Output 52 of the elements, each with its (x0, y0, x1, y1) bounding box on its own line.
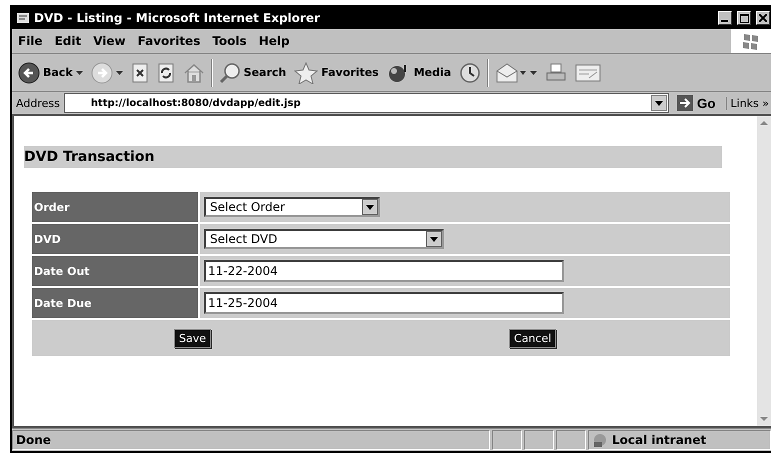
scrollbar[interactable] (757, 116, 771, 426)
select-field[interactable]: Select DVD (204, 229, 444, 249)
row-label: Date Out (32, 256, 198, 286)
row-label: Date Due (32, 288, 198, 318)
caret-icon (116, 70, 123, 74)
menu-item[interactable]: Edit (48, 34, 88, 48)
page-heading: DVD Transaction (24, 146, 722, 168)
media-button[interactable]: Media (384, 60, 454, 86)
ie-logo-icon (16, 11, 30, 25)
search-icon (218, 62, 241, 84)
home-icon (182, 62, 205, 82)
menu-item[interactable]: File (12, 34, 49, 48)
edit-icon (575, 62, 602, 82)
forward-icon (90, 62, 113, 84)
maximize-icon (740, 14, 748, 22)
caret-icon (76, 70, 83, 74)
close-icon (759, 14, 767, 22)
go-button[interactable]: Go (673, 95, 722, 111)
maximize-button[interactable] (737, 11, 751, 25)
favorites-button[interactable]: Favorites (292, 60, 381, 86)
windows-logo-icon (741, 31, 761, 51)
star-icon (294, 62, 318, 84)
window-title: DVD - Listing - Microsoft Internet Explorer (34, 11, 321, 25)
back-button[interactable]: Back (16, 60, 85, 86)
address-label: Address (16, 96, 60, 110)
minimize-button[interactable] (718, 11, 732, 25)
date-field[interactable]: 11-25-2004 (204, 292, 564, 314)
printer-icon (545, 62, 568, 84)
back-icon (18, 62, 40, 84)
zone-label: Local intranet (612, 433, 706, 447)
row-label: DVD (32, 224, 198, 254)
menu-item[interactable]: Help (252, 34, 296, 48)
stop-icon (130, 62, 149, 82)
refresh-icon (156, 62, 175, 82)
menu-item[interactable]: Tools (206, 34, 253, 48)
history-icon (459, 62, 482, 84)
row-label: Order (32, 192, 198, 222)
search-button[interactable]: Search (216, 60, 288, 86)
save-button[interactable]: Save (174, 328, 212, 348)
select-field[interactable]: Select Order (204, 197, 380, 217)
menu-item[interactable]: Favorites (132, 34, 206, 48)
date-field[interactable]: 11-22-2004 (204, 260, 564, 282)
status-text: Done (12, 430, 490, 450)
caret-icon (530, 70, 538, 74)
arrow-icon (677, 95, 693, 111)
intranet-icon (592, 432, 608, 448)
close-button[interactable] (756, 11, 770, 25)
address-field[interactable]: http://localhost:8080/dvdapp/edit.jsp (64, 93, 669, 113)
links-button[interactable]: Links » (726, 96, 771, 110)
menu-item[interactable]: View (87, 34, 132, 48)
cancel-button[interactable]: Cancel (509, 328, 556, 348)
mail-icon (495, 62, 528, 84)
